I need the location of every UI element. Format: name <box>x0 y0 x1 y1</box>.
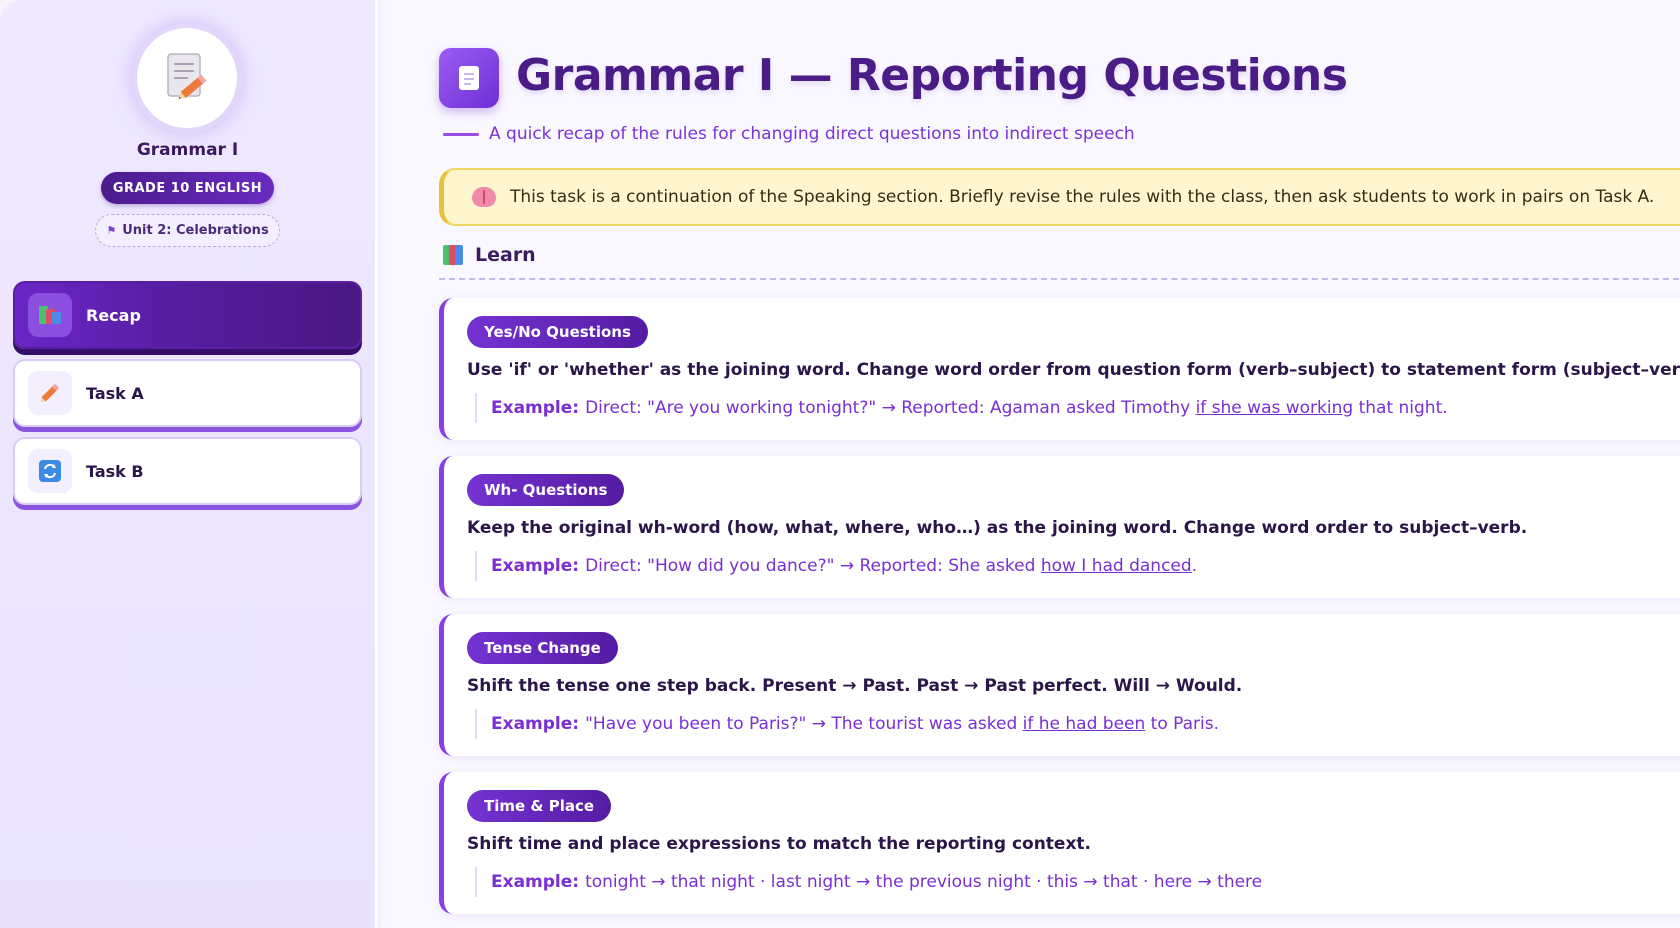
rule-tag: Wh- Questions <box>467 474 625 506</box>
example-text-end: that night. <box>1353 398 1448 418</box>
rule-text: Shift the tense one step back. Present →… <box>467 676 1243 696</box>
party-flag-icon: ⚑ <box>106 224 117 237</box>
books-icon <box>443 245 465 265</box>
sidebar-title: Grammar I <box>136 140 239 160</box>
brain-icon <box>472 187 496 207</box>
example-text: tonight → that night · last night → the … <box>585 872 1263 892</box>
learn-heading: Learn <box>443 244 536 266</box>
rule-tag: Yes/No Questions <box>467 316 648 348</box>
sidebar-item-label: Task B <box>86 461 144 481</box>
learn-heading-text: Learn <box>475 244 536 266</box>
example-text: Direct: "How did you dance?" → Reported:… <box>585 556 1041 576</box>
rule-card-wh: Wh- Questions Keep the original wh-word … <box>439 456 1680 598</box>
unit-pill: ⚑ Unit 2: Celebrations <box>95 214 280 247</box>
app-window: Grammar I GRADE 10 ENGLISH ⚑ Unit 2: Cel… <box>0 0 1680 928</box>
notice-text: This task is a continuation of the Speak… <box>510 187 1655 207</box>
sidebar-nav: Recap Task A Task B <box>13 281 362 515</box>
rule-card-time-place: Time & Place Shift time and place expres… <box>439 772 1680 914</box>
sidebar-item-task-b[interactable]: Task B <box>13 437 362 505</box>
unit-label: Unit 2: Celebrations <box>122 223 269 238</box>
rule-text: Shift time and place expressions to matc… <box>467 834 1092 854</box>
example-text-end: . <box>1191 556 1198 576</box>
rule-example: Example: tonight → that night · last nig… <box>475 867 1262 897</box>
rule-example: Example: Direct: "Are you working tonigh… <box>475 393 1448 423</box>
example-text: "Have you been to Paris?" → The tourist … <box>585 714 1023 734</box>
rule-card-yes-no: Yes/No Questions Use 'if' or 'whether' a… <box>439 298 1680 440</box>
grade-badge: GRADE 10 ENGLISH <box>101 172 274 204</box>
teacher-notice: This task is a continuation of the Speak… <box>439 168 1680 226</box>
rule-example: Example: "Have you been to Paris?" → The… <box>475 709 1219 739</box>
example-label: Example: <box>491 398 580 418</box>
example-label: Example: <box>491 556 580 576</box>
books-icon <box>28 293 72 337</box>
avatar <box>137 28 237 128</box>
subtitle-dash <box>443 132 479 136</box>
rule-example: Example: Direct: "How did you dance?" → … <box>475 551 1197 581</box>
example-label: Example: <box>491 872 580 892</box>
page-subtitle: A quick recap of the rules for changing … <box>443 124 1135 144</box>
pencil-icon <box>28 371 72 415</box>
rule-text: Use 'if' or 'whether' as the joining wor… <box>467 360 1680 380</box>
sidebar-item-task-a[interactable]: Task A <box>13 359 362 427</box>
rule-tag: Time & Place <box>467 790 612 822</box>
rule-tag: Tense Change <box>467 632 618 664</box>
subtitle-text: A quick recap of the rules for changing … <box>489 124 1135 144</box>
sidebar: Grammar I GRADE 10 ENGLISH ⚑ Unit 2: Cel… <box>0 0 378 928</box>
rule-text: Keep the original wh-word (how, what, wh… <box>467 518 1528 538</box>
example-text: Direct: "Are you working tonight?" → Rep… <box>585 398 1196 418</box>
example-text-end: to Paris. <box>1145 714 1220 734</box>
memo-pencil-icon <box>164 52 210 104</box>
sidebar-item-label: Recap <box>86 305 141 325</box>
page-icon <box>439 48 499 108</box>
page-title: Grammar I — Reporting Questions <box>516 50 1348 101</box>
divider <box>439 278 1680 280</box>
main-content: Grammar I — Reporting Questions A quick … <box>439 0 1680 928</box>
example-highlight: how I had danced <box>1040 556 1192 576</box>
repeat-arrows-icon <box>28 449 72 493</box>
sidebar-item-label: Task A <box>86 383 144 403</box>
example-highlight: if he had been <box>1022 714 1146 734</box>
sidebar-item-recap[interactable]: Recap <box>13 281 362 349</box>
rule-card-tense: Tense Change Shift the tense one step ba… <box>439 614 1680 756</box>
example-highlight: if she was working <box>1195 398 1354 418</box>
example-label: Example: <box>491 714 580 734</box>
